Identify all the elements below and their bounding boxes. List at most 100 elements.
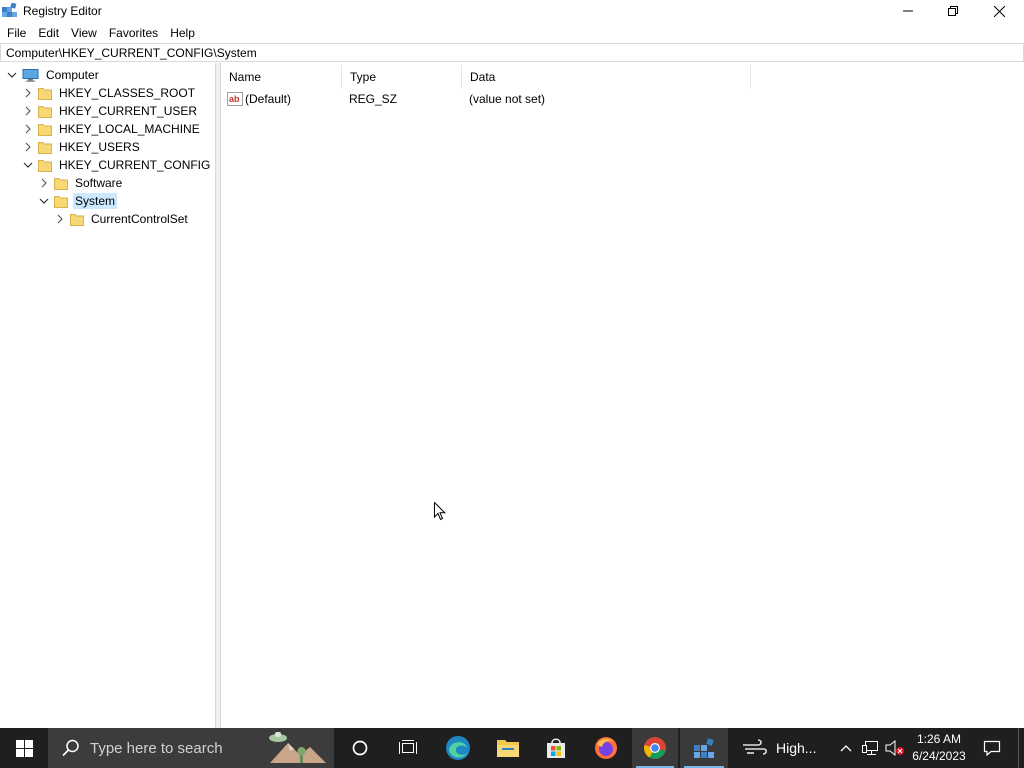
start-button[interactable]	[0, 728, 48, 768]
menu-edit[interactable]: Edit	[32, 23, 65, 43]
microsoft-store-button[interactable]	[532, 728, 580, 768]
registry-editor-icon	[694, 738, 714, 758]
cortana-button[interactable]	[336, 728, 384, 768]
tree-item-hkey-users[interactable]: HKEY_USERS	[22, 138, 142, 156]
tree-item-hkey-local-machine[interactable]: HKEY_LOCAL_MACHINE	[22, 120, 202, 138]
menu-help[interactable]: Help	[164, 23, 201, 43]
volume-button[interactable]	[884, 728, 906, 768]
notification-icon	[983, 740, 1001, 756]
search-highlight-illustration-icon	[269, 732, 326, 763]
restore-button[interactable]	[930, 0, 976, 22]
chevron-up-icon	[840, 745, 852, 752]
menu-view[interactable]: View	[65, 23, 103, 43]
open-folder-icon	[54, 195, 68, 208]
task-view-button[interactable]	[384, 728, 432, 768]
column-header-data[interactable]: Data	[462, 65, 751, 89]
show-hidden-icons-button[interactable]	[836, 728, 856, 768]
value-name: (Default)	[245, 92, 292, 106]
chevron-right-icon[interactable]	[22, 123, 34, 135]
tree-item-hkey-current-user[interactable]: HKEY_CURRENT_USER	[22, 102, 199, 120]
folder-icon	[38, 141, 52, 154]
title-bar: Registry Editor	[0, 0, 1024, 22]
restore-icon	[948, 6, 958, 16]
tree-label: HKEY_CLASSES_ROOT	[59, 86, 196, 100]
tree-label: Software	[75, 176, 123, 190]
close-button[interactable]	[976, 0, 1022, 22]
svg-text:ab: ab	[229, 94, 240, 104]
file-explorer-icon	[497, 740, 519, 757]
registry-editor-app-icon	[2, 3, 17, 17]
chrome-icon	[644, 737, 666, 759]
tree-label-selected: System	[73, 193, 118, 209]
chevron-down-icon[interactable]	[22, 159, 34, 171]
wind-icon	[743, 739, 767, 755]
tree-item-hkey-classes-root[interactable]: HKEY_CLASSES_ROOT	[22, 84, 197, 102]
network-icon	[862, 741, 878, 755]
table-row[interactable]: ab (Default) REG_SZ (value not set)	[221, 90, 1024, 108]
notifications-button[interactable]	[974, 728, 1010, 768]
key-tree-pane[interactable]: Computer HKEY_CLASSES_ROOT HKEY_CURRENT_…	[0, 63, 216, 728]
folder-icon	[38, 159, 52, 172]
clock-time: 1:26 AM	[916, 732, 962, 746]
address-bar[interactable]: Computer\HKEY_CURRENT_CONFIG\System	[0, 43, 1024, 62]
chevron-down-icon[interactable]	[38, 195, 50, 207]
column-header-name[interactable]: Name	[221, 65, 342, 89]
store-icon	[547, 738, 565, 758]
chevron-right-icon[interactable]	[22, 87, 34, 99]
volume-muted-icon	[885, 740, 904, 756]
minimize-button[interactable]	[885, 0, 931, 22]
firefox-button[interactable]	[582, 728, 630, 768]
string-value-icon: ab	[227, 92, 243, 106]
folder-icon	[38, 105, 52, 118]
search-placeholder: Type here to search	[90, 739, 223, 757]
file-explorer-button[interactable]	[484, 728, 532, 768]
registry-editor-taskbar-button[interactable]	[680, 728, 728, 768]
firefox-icon	[595, 737, 617, 759]
tree-label: Computer	[46, 68, 99, 82]
system-clock[interactable]: 1:26 AM 6/24/2023	[906, 731, 972, 765]
weather-text: High...	[776, 740, 817, 756]
tree-label: HKEY_CURRENT_CONFIG	[59, 158, 211, 172]
weather-widget[interactable]: High...	[732, 728, 828, 768]
task-view-icon	[399, 740, 417, 754]
tree-label: CurrentControlSet	[91, 212, 188, 226]
value-type: REG_SZ	[349, 92, 398, 106]
menu-file[interactable]: File	[0, 23, 32, 43]
windows-logo-icon	[15, 739, 33, 757]
chrome-button[interactable]	[632, 728, 678, 768]
tree-item-computer[interactable]: Computer	[6, 66, 101, 84]
clock-date: 6/24/2023	[912, 749, 966, 763]
tree-item-system[interactable]: System	[38, 192, 118, 210]
tree-item-hkey-current-config[interactable]: HKEY_CURRENT_CONFIG	[22, 156, 212, 174]
close-icon	[993, 5, 1005, 17]
menu-favorites[interactable]: Favorites	[103, 23, 164, 43]
menu-bar: File Edit View Favorites Help	[0, 22, 1024, 43]
taskbar: Type here to search High... 1:26 AM 6/24…	[0, 728, 1024, 768]
folder-icon	[38, 87, 52, 100]
mouse-cursor-icon	[434, 502, 446, 521]
column-headers: Name Type Data	[221, 65, 1024, 89]
computer-icon	[22, 68, 39, 82]
values-pane[interactable]: Name Type Data ab (Default) REG_SZ (valu…	[220, 63, 1024, 728]
tree-label: HKEY_LOCAL_MACHINE	[59, 122, 200, 136]
edge-icon	[446, 736, 470, 760]
network-button[interactable]	[860, 728, 882, 768]
taskbar-search-box[interactable]: Type here to search	[48, 728, 334, 768]
column-header-type[interactable]: Type	[342, 65, 462, 89]
folder-icon	[70, 213, 84, 226]
search-icon	[62, 739, 79, 757]
tree-item-currentcontrolset[interactable]: CurrentControlSet	[54, 210, 190, 228]
show-desktop-button[interactable]	[1018, 728, 1024, 768]
folder-icon	[54, 177, 68, 190]
chevron-right-icon[interactable]	[22, 105, 34, 117]
chevron-down-icon[interactable]	[6, 69, 18, 81]
window-title: Registry Editor	[23, 4, 102, 18]
edge-button[interactable]	[434, 728, 482, 768]
chevron-right-icon[interactable]	[38, 177, 50, 189]
tree-item-software[interactable]: Software	[38, 174, 124, 192]
tree-label: HKEY_CURRENT_USER	[59, 104, 198, 118]
tree-label: HKEY_USERS	[59, 140, 140, 154]
chevron-right-icon[interactable]	[22, 141, 34, 153]
chevron-right-icon[interactable]	[54, 213, 66, 225]
cortana-icon	[352, 740, 368, 756]
